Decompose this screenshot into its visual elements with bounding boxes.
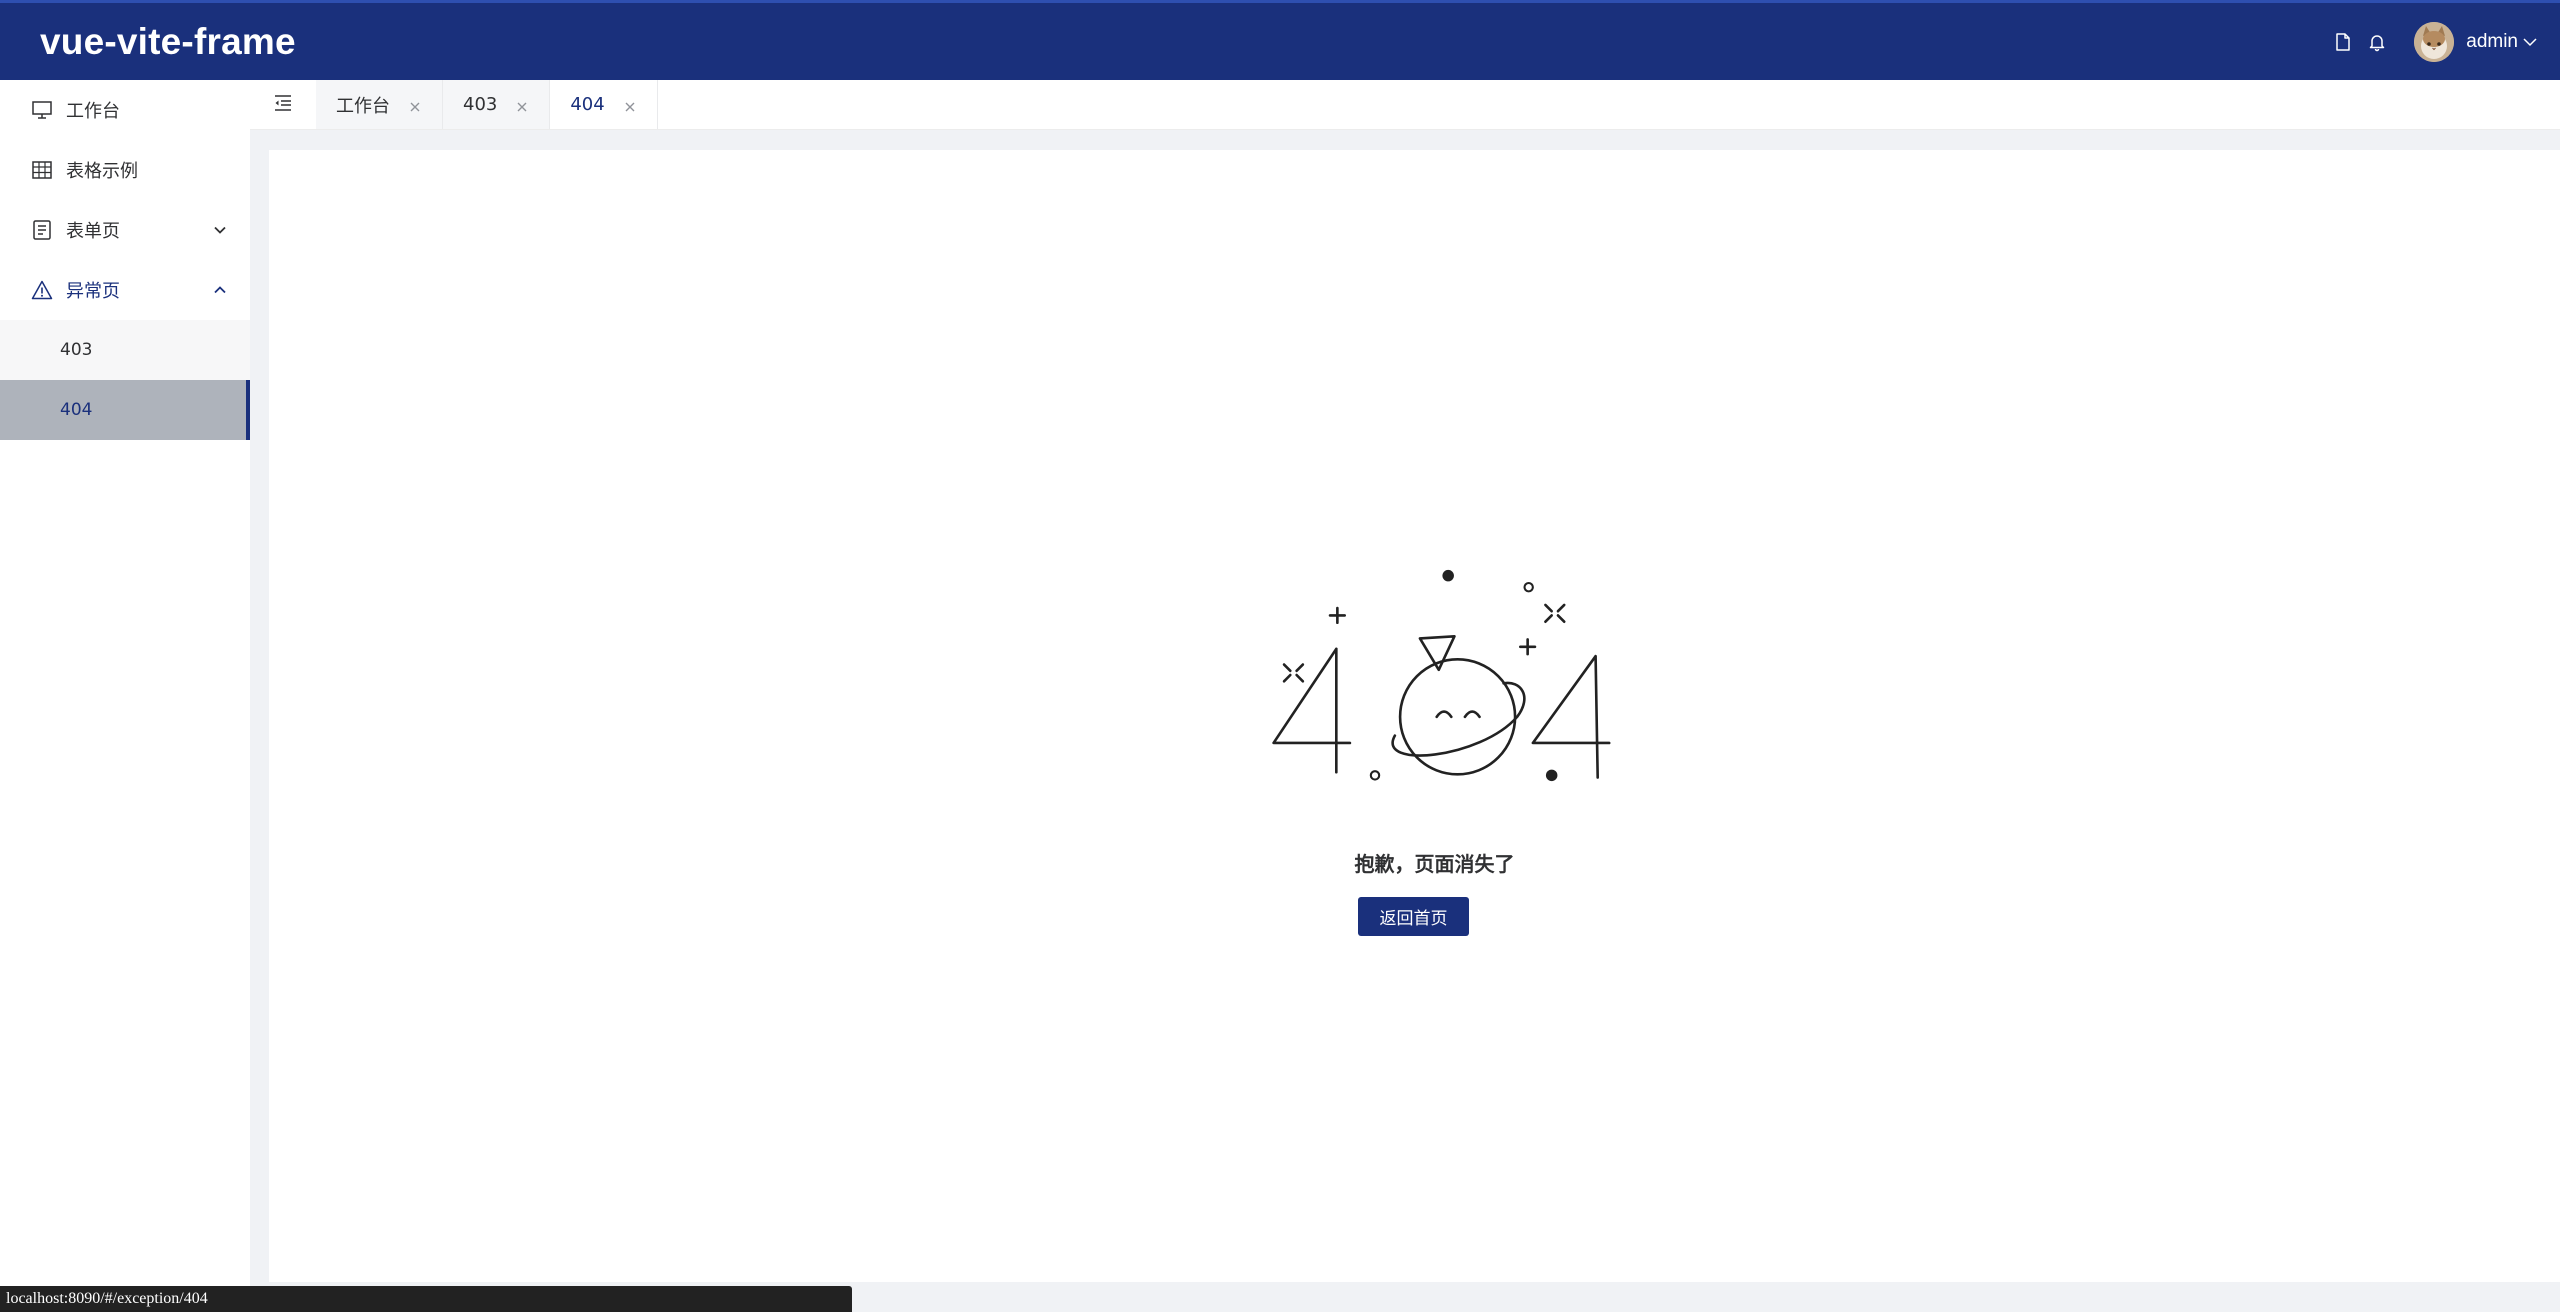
top-header: vue-vite-frame admin bbox=[0, 0, 2560, 80]
sidebar: 工作台 表格示例 表单页 异常页 403 404 bbox=[0, 80, 250, 1312]
avatar[interactable] bbox=[2414, 21, 2455, 62]
menu-collapse-button[interactable] bbox=[250, 80, 316, 129]
sparkle-mark bbox=[1282, 663, 1305, 683]
menu-fold-icon bbox=[272, 92, 294, 118]
chevron-down-icon bbox=[210, 220, 230, 240]
exception-submenu: 403 404 bbox=[0, 320, 250, 440]
main-content: 抱歉，页面消失了 返回首页 bbox=[269, 150, 2560, 1282]
tab-label: 工作台 bbox=[336, 95, 390, 117]
sidebar-item-form-page[interactable]: 表单页 bbox=[0, 200, 250, 260]
username-label[interactable]: admin bbox=[2466, 31, 2518, 53]
planet-flag bbox=[1418, 635, 1456, 672]
back-home-button[interactable]: 返回首页 bbox=[1358, 897, 1469, 936]
sidebar-item-workbench[interactable]: 工作台 bbox=[0, 80, 250, 140]
plus-mark bbox=[1519, 638, 1537, 656]
close-icon[interactable] bbox=[408, 98, 422, 112]
tab-label: 403 bbox=[463, 94, 498, 115]
sidebar-item-404[interactable]: 404 bbox=[0, 380, 250, 440]
app-root: vue-vite-frame admin 工作台 表格示例 表单页 异常页 40… bbox=[0, 0, 2560, 1312]
plus-mark bbox=[1328, 606, 1346, 625]
tab-403[interactable]: 403 bbox=[443, 80, 551, 129]
monitor-icon bbox=[30, 98, 54, 122]
chevron-up-icon bbox=[210, 280, 230, 300]
planet-circle bbox=[1398, 658, 1517, 776]
star-dot bbox=[1442, 569, 1454, 582]
document-icon[interactable] bbox=[2326, 25, 2360, 59]
close-icon[interactable] bbox=[623, 98, 637, 112]
star-dot bbox=[1545, 769, 1558, 782]
planet-left-eye bbox=[1435, 710, 1453, 719]
tab-label: 404 bbox=[570, 94, 605, 115]
sidebar-item-403[interactable]: 403 bbox=[0, 320, 250, 380]
star-ring-dot bbox=[1523, 581, 1534, 593]
planet-ring bbox=[1391, 681, 1526, 757]
app-logo-title[interactable]: vue-vite-frame bbox=[40, 21, 296, 63]
tab-404[interactable]: 404 bbox=[550, 80, 658, 129]
chevron-down-icon[interactable] bbox=[2520, 32, 2540, 52]
sidebar-item-label: 异常页 bbox=[66, 281, 120, 302]
sidebar-item-label: 工作台 bbox=[66, 101, 120, 122]
planet-right-eye bbox=[1463, 710, 1481, 719]
error-message: 抱歉，页面消失了 bbox=[1354, 852, 1515, 876]
sidebar-item-label: 表格示例 bbox=[66, 161, 138, 182]
sparkle-mark bbox=[1544, 603, 1566, 623]
form-icon bbox=[30, 218, 54, 242]
tab-workbench[interactable]: 工作台 bbox=[316, 80, 443, 129]
bell-icon[interactable] bbox=[2360, 25, 2394, 59]
close-icon[interactable] bbox=[515, 98, 529, 112]
sidebar-item-table-example[interactable]: 表格示例 bbox=[0, 140, 250, 200]
digit-four-right bbox=[1531, 654, 1611, 779]
sidebar-item-label: 表单页 bbox=[66, 221, 120, 242]
not-found-illustration bbox=[1244, 560, 1644, 790]
tabs-bar: 工作台 403 404 bbox=[250, 80, 2560, 130]
table-icon bbox=[30, 158, 54, 182]
sidebar-item-exception-page[interactable]: 异常页 bbox=[0, 260, 250, 320]
warning-icon bbox=[30, 278, 54, 302]
header-actions: admin bbox=[2326, 3, 2540, 80]
browser-status-url: localhost:8090/#/exception/404 bbox=[0, 1286, 852, 1312]
star-ring-dot bbox=[1369, 770, 1381, 781]
